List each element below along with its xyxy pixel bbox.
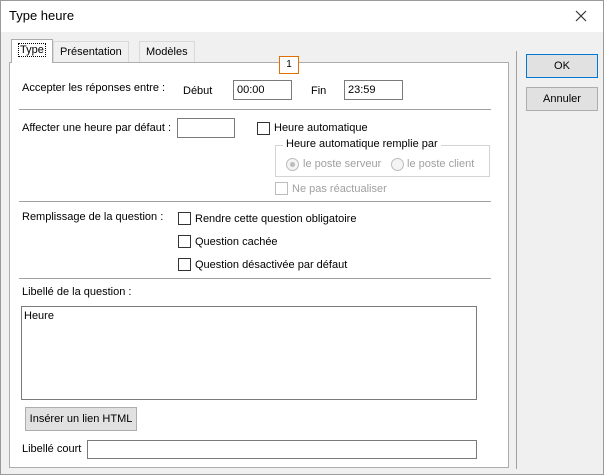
short-label-input[interactable] xyxy=(87,440,477,459)
filling-label: Remplissage de la question : xyxy=(22,211,164,223)
end-time-input[interactable]: 23:59 xyxy=(344,80,403,100)
title-bar: Type heure xyxy=(1,1,603,32)
hidden-checkbox[interactable] xyxy=(178,235,191,248)
hidden-label: Question cachée xyxy=(195,236,278,248)
start-time-input[interactable]: 00:00 xyxy=(233,80,292,100)
vertical-separator xyxy=(516,51,517,469)
close-icon xyxy=(575,10,587,22)
window-title: Type heure xyxy=(9,8,75,23)
tab-presentation[interactable]: Présentation xyxy=(53,41,129,63)
cancel-button[interactable]: Annuler xyxy=(526,87,598,111)
default-time-input[interactable] xyxy=(177,118,235,138)
end-label: Fin xyxy=(311,85,327,97)
auto-time-checkbox[interactable] xyxy=(257,122,270,135)
tab-label: Type xyxy=(18,43,46,57)
no-refresh-checkbox[interactable] xyxy=(275,182,288,195)
active-tab-join xyxy=(12,61,50,64)
radio-client[interactable] xyxy=(391,158,404,171)
tab-label: Modèles xyxy=(146,46,188,58)
step-badge: 1 xyxy=(279,56,299,74)
required-checkbox[interactable] xyxy=(178,212,191,225)
group-label: Heure automatique remplie par xyxy=(283,138,441,150)
tab-type[interactable]: Type xyxy=(11,39,53,63)
responses-label: Accepter les réponses entre : xyxy=(22,82,166,94)
auto-time-label: Heure automatique xyxy=(274,122,368,134)
insert-html-link-button[interactable]: Insérer un lien HTML xyxy=(25,407,137,431)
tab-modeles[interactable]: Modèles xyxy=(139,41,195,63)
separator xyxy=(19,109,491,110)
no-refresh-label: Ne pas réactualiser xyxy=(292,183,387,195)
radio-server[interactable] xyxy=(286,158,299,171)
question-label-textarea[interactable]: Heure xyxy=(21,306,477,400)
question-label-heading: Libellé de la question : xyxy=(22,286,132,298)
default-time-label: Affecter une heure par défaut : xyxy=(22,122,172,134)
radio-server-label: le poste serveur xyxy=(303,158,382,170)
ok-button[interactable]: OK xyxy=(526,54,598,78)
disabled-checkbox[interactable] xyxy=(178,258,191,271)
close-button[interactable] xyxy=(567,4,595,28)
required-label: Rendre cette question obligatoire xyxy=(195,213,357,225)
dialog-window: Type heure Présentation Modèles Type 1 A… xyxy=(0,0,604,475)
disabled-label: Question désactivée par défaut xyxy=(195,259,348,271)
separator xyxy=(19,201,491,202)
start-label: Début xyxy=(183,85,213,97)
separator xyxy=(19,278,491,279)
tab-label: Présentation xyxy=(60,46,122,58)
radio-client-label: le poste client xyxy=(407,158,475,170)
short-label-label: Libellé court xyxy=(22,443,82,455)
